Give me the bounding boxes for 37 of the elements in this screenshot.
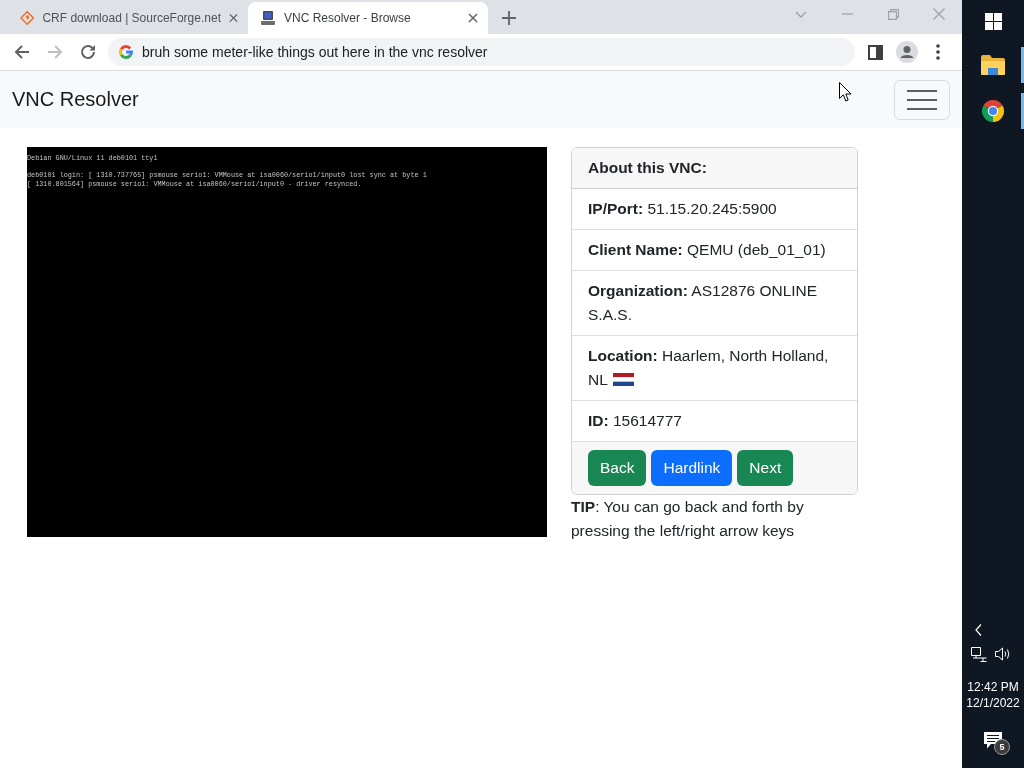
chevron-left-icon[interactable] — [975, 624, 982, 636]
browser-tab[interactable]: VNC Resolver - Browse — [248, 2, 488, 34]
menu-button[interactable] — [894, 79, 950, 120]
clock-date[interactable]: 12/1/2022 — [966, 695, 1020, 711]
action-button[interactable]: Next — [737, 450, 794, 486]
network-icon[interactable] — [971, 646, 987, 662]
info-text: ID: 15614777 — [588, 412, 682, 429]
more-icon[interactable] — [935, 44, 940, 60]
info-text: Client Name: QEMU (deb_01_01) — [588, 241, 826, 258]
folder-icon[interactable] — [981, 55, 1005, 75]
reload-icon[interactable] — [79, 44, 96, 60]
info-text: IP/Port: 51.15.20.245:5900 — [588, 200, 777, 217]
notification-count: 5 — [994, 739, 1010, 755]
cursor-icon — [839, 82, 852, 102]
action-button[interactable]: Back — [588, 450, 647, 486]
info-text: Location: Haarlem, North Holland, NL — [588, 347, 829, 388]
brand-link[interactable]: VNC Resolver — [12, 88, 139, 111]
start-menu-icon[interactable] — [984, 12, 1002, 30]
side-panel-icon[interactable] — [868, 44, 883, 60]
close-icon[interactable] — [229, 13, 238, 23]
menu-icon — [907, 89, 937, 110]
card-header: About this VNC: — [572, 148, 857, 189]
clock-time[interactable]: 12:42 PM — [967, 679, 1019, 695]
computer-icon — [260, 10, 276, 26]
action-button[interactable]: Hardlink — [651, 450, 733, 486]
address-field[interactable]: bruh some meter-like things out here in the vnc resolver — [108, 38, 855, 66]
speaker-icon[interactable] — [995, 647, 1011, 661]
g-logo-icon — [118, 44, 134, 60]
diamond-icon — [20, 10, 35, 26]
browser-tab[interactable]: CRF download | SourceForge.net — [8, 2, 248, 34]
close-icon[interactable] — [468, 13, 478, 23]
info-text: Organization: AS12876 ONLINE S.A.S. — [588, 282, 818, 323]
profile-icon[interactable] — [895, 41, 918, 63]
tip-text: TIP: You can go back and forth by pressing the left/right arrow keys — [571, 497, 805, 541]
browser-logo-icon[interactable] — [981, 99, 1005, 123]
back-arrow-icon[interactable] — [13, 44, 30, 60]
plus-icon[interactable] — [502, 11, 516, 25]
